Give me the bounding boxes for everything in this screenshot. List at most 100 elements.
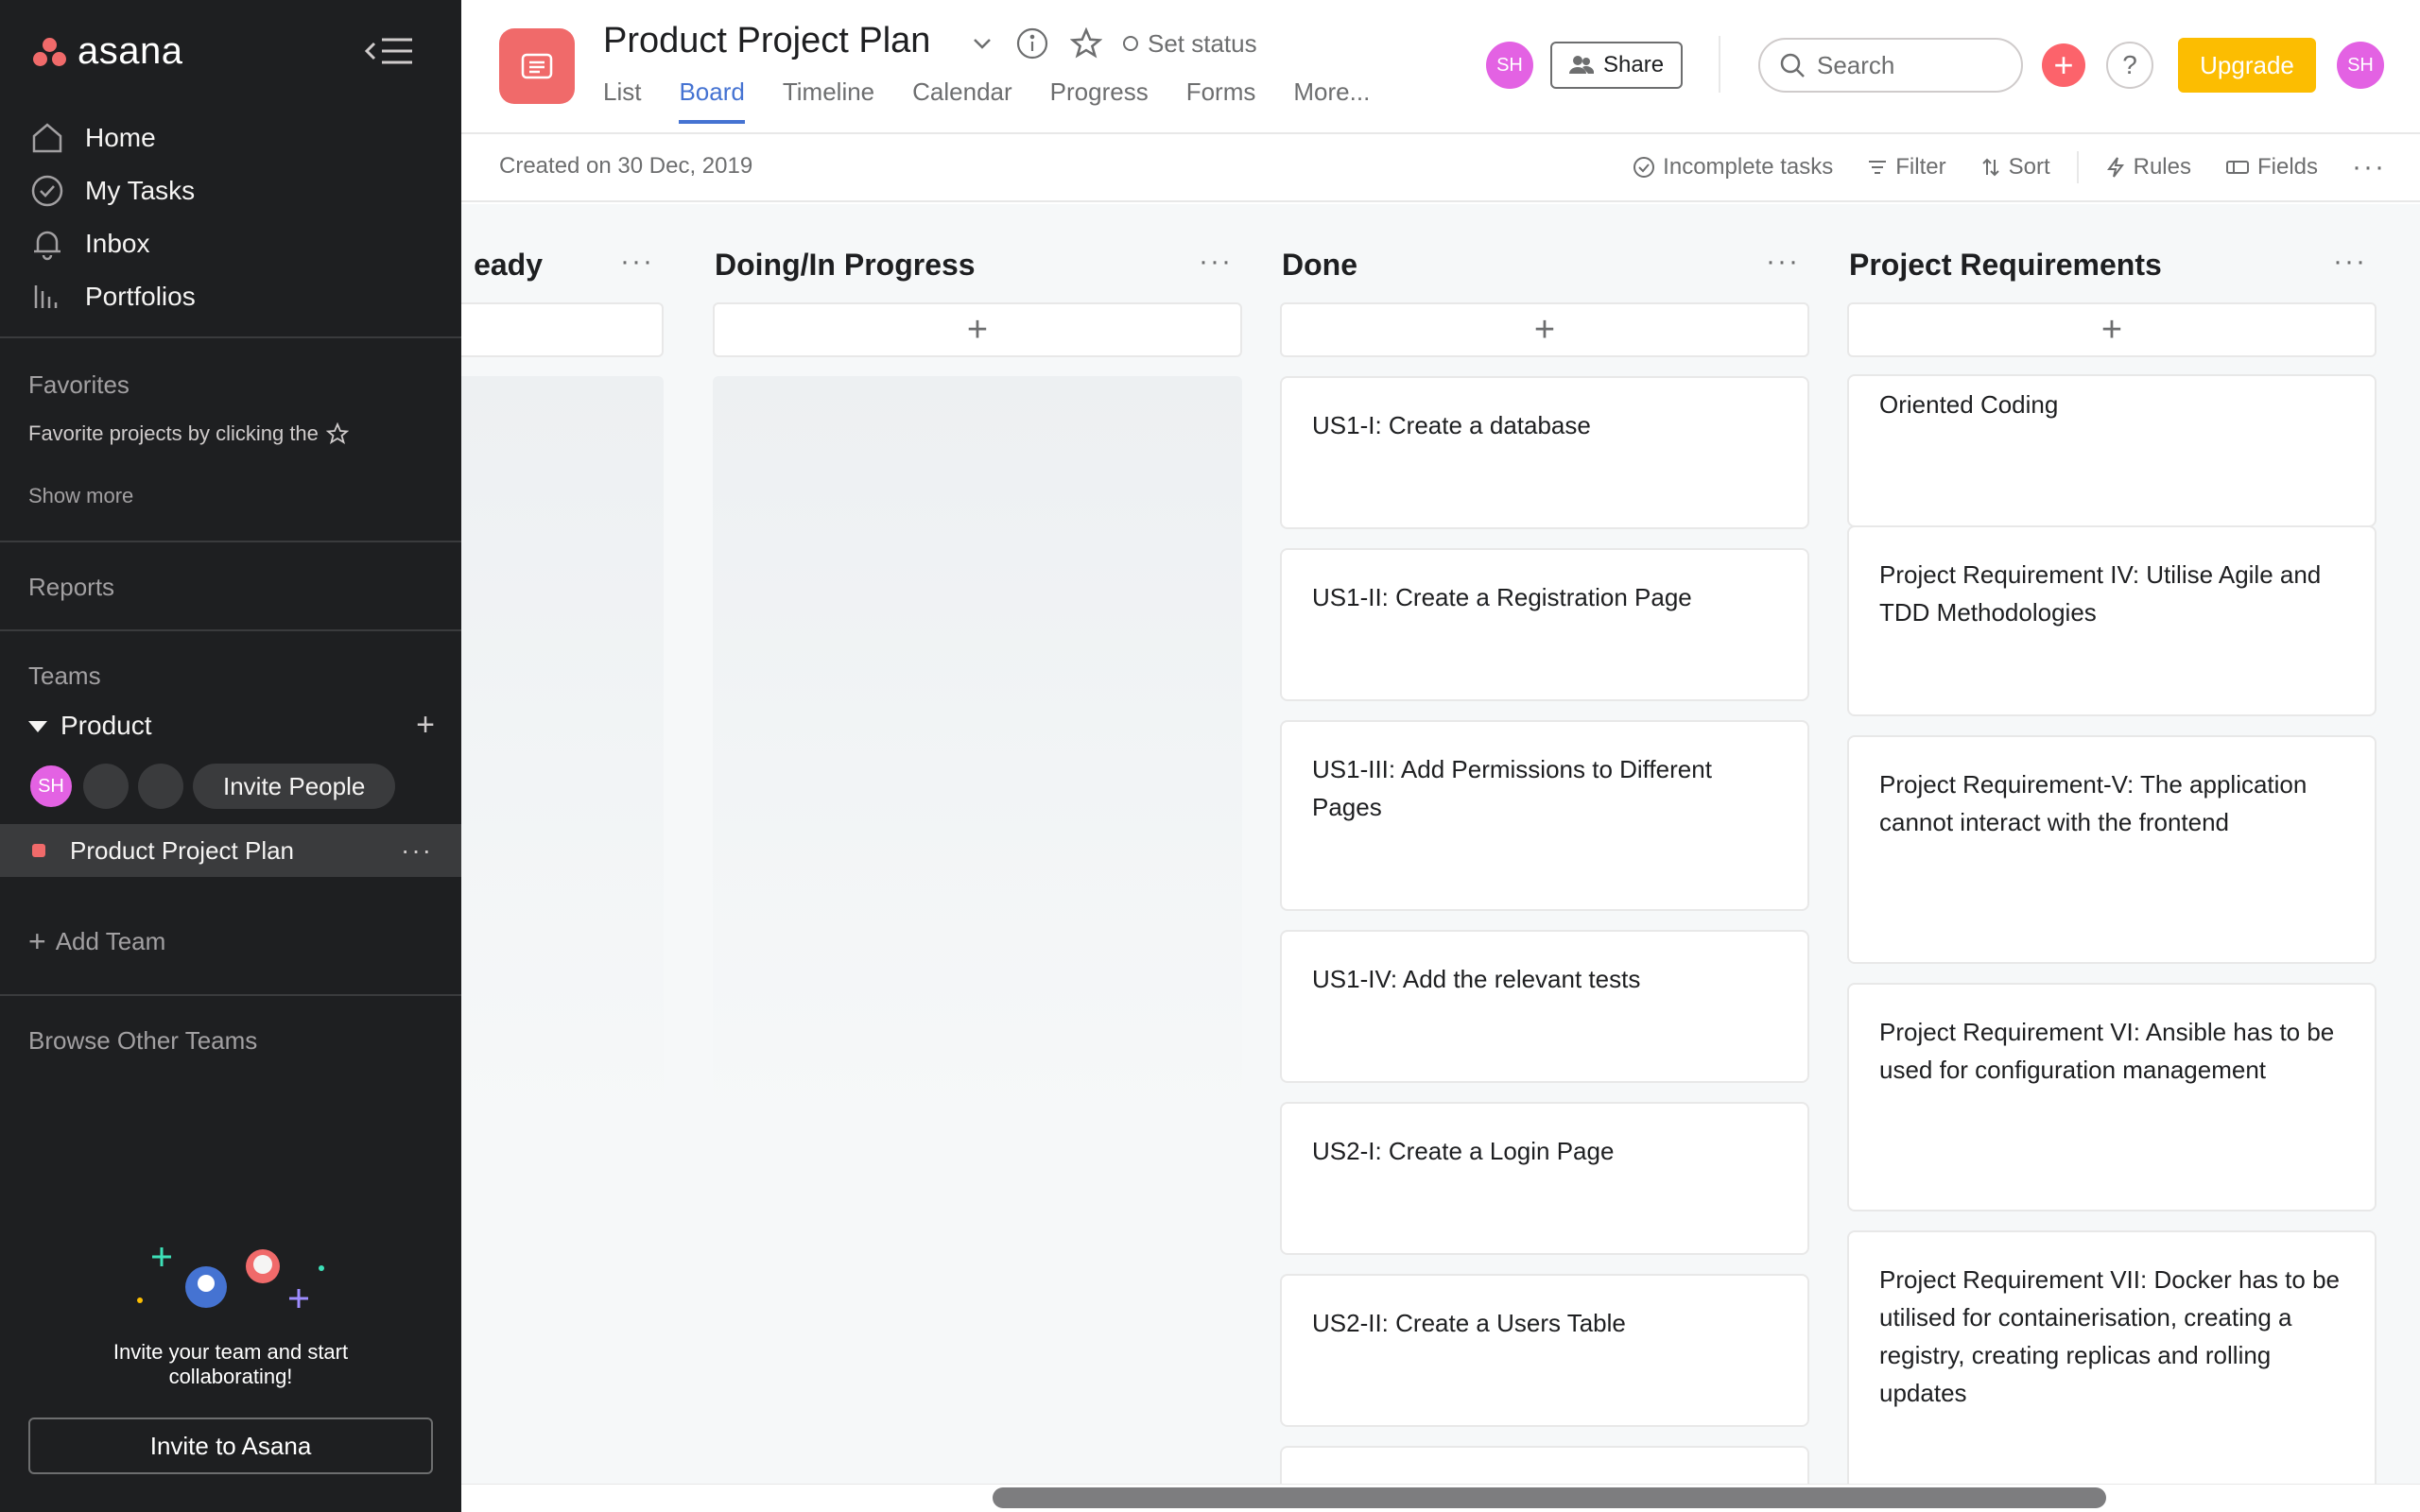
task-card[interactable]: US1-IV: Add the relevant tests <box>1280 930 1809 1083</box>
task-card[interactable]: Project Requirement VI: Ansible has to b… <box>1847 983 2377 1211</box>
task-card[interactable]: Project Requirement VII: Docker has to b… <box>1847 1230 2377 1512</box>
nav-item-my-tasks[interactable]: My Tasks <box>28 164 196 217</box>
view-tabs: List Board Timeline Calendar Progress Fo… <box>603 77 1370 124</box>
divider <box>2076 151 2079 183</box>
collapse-sidebar-icon[interactable] <box>363 34 416 68</box>
tool-label: Fields <box>2256 154 2319 180</box>
home-icon <box>32 123 62 153</box>
nav-item-home[interactable]: Home <box>28 112 196 164</box>
sidebar-project-item[interactable]: Product Project Plan ··· <box>0 824 461 877</box>
bar-chart-icon <box>34 285 58 308</box>
tool-label: Sort <box>2008 154 2050 180</box>
team-illustration <box>137 1247 324 1308</box>
column-more-icon[interactable]: ··· <box>1199 246 1233 278</box>
team-name: Product <box>60 710 152 740</box>
show-more-link[interactable]: Show more <box>28 484 133 508</box>
fields-button[interactable]: Fields <box>2225 147 2318 187</box>
column-project-requirements: Project Requirements ··· + Oriented Codi… <box>1847 204 2377 1512</box>
sort-button[interactable]: Sort <box>1980 147 2050 187</box>
task-card[interactable]: US2-I: Create a Login Page <box>1280 1102 1809 1255</box>
teams-title: Teams <box>28 662 101 690</box>
browse-teams-link[interactable]: Browse Other Teams <box>28 1026 257 1056</box>
created-date: Created on 30 Dec, 2019 <box>499 153 753 179</box>
tab-timeline[interactable]: Timeline <box>783 77 874 124</box>
column-ready: eady ··· <box>461 204 664 1512</box>
column-drop-area <box>461 376 664 1132</box>
favorites-hint: Favorite projects by clicking the <box>28 421 349 446</box>
tab-forms[interactable]: Forms <box>1186 77 1256 124</box>
tab-calendar[interactable]: Calendar <box>912 77 1012 124</box>
divider <box>0 629 461 631</box>
star-icon[interactable] <box>1070 27 1102 60</box>
project-color-icon <box>32 844 45 857</box>
user-avatar[interactable]: SH <box>2337 42 2384 89</box>
tab-list[interactable]: List <box>603 77 641 124</box>
add-project-icon[interactable]: + <box>416 707 435 744</box>
column-more-icon[interactable]: ··· <box>2333 246 2367 278</box>
team-members: SH Invite People <box>28 764 396 809</box>
project-name: Product Project Plan <box>70 835 295 865</box>
tab-more[interactable]: More... <box>1293 77 1370 124</box>
column-more-icon[interactable]: ··· <box>620 246 654 278</box>
invite-people-button[interactable]: Invite People <box>193 764 396 809</box>
nav-label: Home <box>85 123 156 152</box>
favorites-title: Favorites <box>28 370 130 399</box>
upgrade-button[interactable]: Upgrade <box>2178 38 2316 93</box>
list-icon <box>521 53 553 79</box>
task-card[interactable]: Project Requirement IV: Utilise Agile an… <box>1847 525 2377 716</box>
nav-item-portfolios[interactable]: Portfolios <box>28 270 196 323</box>
more-options-icon[interactable]: ··· <box>2352 147 2386 187</box>
chevron-down-icon[interactable] <box>970 31 994 56</box>
task-card[interactable]: US1-II: Create a Registration Page <box>1280 548 1809 701</box>
column-done: Done ··· + US1-I: Create a database US1-… <box>1280 204 1809 1512</box>
set-status-button[interactable]: Set status <box>1123 29 1257 59</box>
avatar-placeholder[interactable] <box>83 764 129 809</box>
asana-logo-icon <box>32 36 68 68</box>
add-task-button[interactable]: + <box>1280 302 1809 357</box>
quick-add-button[interactable]: + <box>2042 43 2085 87</box>
bell-icon <box>34 231 60 261</box>
search-box[interactable] <box>1758 38 2023 93</box>
favorites-hint-text: Favorite projects by clicking the <box>28 421 319 445</box>
project-icon[interactable] <box>499 28 575 104</box>
help-button[interactable]: ? <box>2106 42 2153 89</box>
tool-label: Rules <box>2133 154 2191 180</box>
info-icon[interactable] <box>1015 26 1049 60</box>
avatar[interactable]: SH <box>1486 42 1533 89</box>
toolbar: Created on 30 Dec, 2019 Incomplete tasks… <box>461 132 2420 202</box>
tab-progress[interactable]: Progress <box>1050 77 1149 124</box>
add-task-button[interactable]: + <box>1847 302 2377 357</box>
reports-link[interactable]: Reports <box>28 573 114 602</box>
invite-to-asana-button[interactable]: Invite to Asana <box>28 1418 433 1474</box>
incomplete-tasks-filter[interactable]: Incomplete tasks <box>1633 147 1833 187</box>
filter-button[interactable]: Filter <box>1867 147 1946 187</box>
more-options-icon[interactable]: ··· <box>401 835 433 866</box>
share-button[interactable]: Share <box>1550 42 1684 89</box>
task-card[interactable]: US2-II: Create a Users Table <box>1280 1274 1809 1427</box>
asana-logo[interactable]: asana <box>32 30 182 73</box>
task-card[interactable]: US1-III: Add Permissions to Different Pa… <box>1280 720 1809 911</box>
column-title: Doing/In Progress <box>715 247 976 282</box>
add-task-button[interactable] <box>461 302 664 357</box>
task-card[interactable]: Project Requirement-V: The application c… <box>1847 735 2377 964</box>
nav-item-inbox[interactable]: Inbox <box>28 217 196 270</box>
add-team-button[interactable]: + Add Team <box>28 924 165 959</box>
caret-down-icon[interactable] <box>28 720 47 732</box>
nav-label: Inbox <box>85 229 150 258</box>
task-card[interactable]: US1-I: Create a database <box>1280 376 1809 529</box>
task-card[interactable]: Oriented Coding <box>1847 374 2377 527</box>
board: eady ··· Doing/In Progress ··· + Done ··… <box>461 204 2420 1512</box>
column-more-icon[interactable]: ··· <box>1766 246 1800 278</box>
tab-board[interactable]: Board <box>679 77 745 124</box>
search-input[interactable] <box>1817 50 1996 80</box>
share-label: Share <box>1603 52 1665 77</box>
avatar-placeholder[interactable] <box>138 764 183 809</box>
add-task-button[interactable]: + <box>713 302 1242 357</box>
divider <box>0 336 461 338</box>
fields-icon <box>2225 161 2249 174</box>
horizontal-scrollbar[interactable] <box>993 1487 2106 1508</box>
avatar[interactable]: SH <box>28 764 74 809</box>
team-product[interactable]: Product + <box>28 707 435 744</box>
column-drop-area <box>713 376 1242 1132</box>
rules-button[interactable]: Rules <box>2105 147 2191 187</box>
